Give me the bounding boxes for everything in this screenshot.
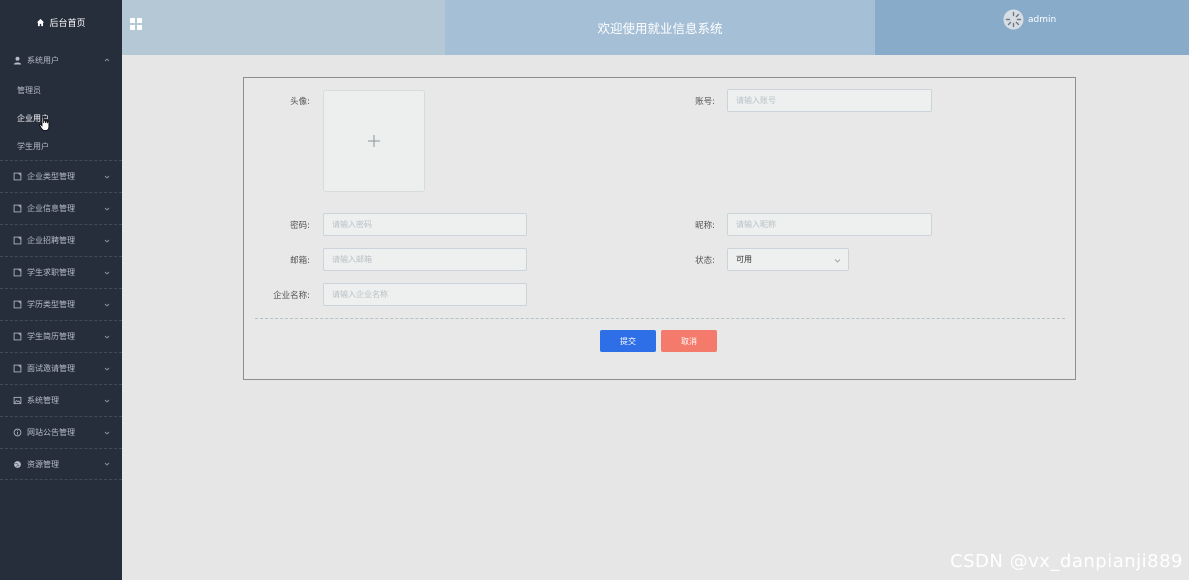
watermark: CSDN @vx_danpianji889 — [950, 551, 1183, 572]
chevron-down-icon — [104, 462, 110, 466]
avatar-label: 头像: — [290, 97, 310, 107]
chevron-down-icon — [104, 431, 110, 435]
document-icon — [13, 364, 22, 373]
password-input[interactable] — [323, 213, 527, 236]
menu-system-manage[interactable]: 系统管理 — [0, 384, 122, 416]
chevron-down-icon — [834, 259, 841, 263]
chevron-up-icon — [104, 58, 110, 62]
info-icon — [13, 428, 22, 437]
document-icon — [13, 268, 22, 277]
chevron-down-icon — [104, 399, 110, 403]
document-icon — [13, 332, 22, 341]
globe-icon — [13, 460, 22, 469]
menu-label: 学历类型管理 — [27, 300, 75, 309]
submenu-admin[interactable]: 管理员 — [0, 76, 122, 104]
menu-student-job[interactable]: 学生求职管理 — [0, 256, 122, 288]
chevron-down-icon — [104, 239, 110, 243]
status-label: 状态: — [695, 256, 715, 266]
menu-label: 企业类型管理 — [27, 172, 75, 181]
menu-education-type[interactable]: 学历类型管理 — [0, 288, 122, 320]
chevron-down-icon — [104, 271, 110, 275]
menu-system-users[interactable]: 系统用户 — [0, 44, 122, 76]
username[interactable]: admin — [1028, 15, 1056, 25]
home-icon — [36, 18, 45, 27]
password-label: 密码: — [290, 221, 310, 231]
menu-label: 学生简历管理 — [27, 332, 75, 341]
menu-label: 网站公告管理 — [27, 428, 75, 437]
nickname-label: 昵称: — [695, 221, 715, 231]
chevron-down-icon — [104, 207, 110, 211]
submit-button[interactable]: 提交 — [600, 330, 656, 352]
avatar-upload[interactable] — [323, 90, 425, 192]
company-name-input[interactable] — [323, 283, 527, 306]
avatar-icon[interactable] — [1003, 9, 1024, 30]
menu-announcement[interactable]: 网站公告管理 — [0, 416, 122, 448]
chevron-down-icon — [104, 335, 110, 339]
form-divider — [255, 318, 1065, 319]
chevron-down-icon — [104, 367, 110, 371]
submenu-student-users[interactable]: 学生用户 — [0, 132, 122, 160]
menu-label: 系统管理 — [27, 396, 59, 405]
sidebar: 后台首页 系统用户 管理员 企业用户 学生用户 企业类型管理 企业信息管理 企业… — [0, 0, 122, 580]
document-icon — [13, 300, 22, 309]
menu-label: 系统用户 — [27, 55, 59, 65]
hand-cursor-icon — [39, 116, 50, 131]
menu-interview-invite[interactable]: 面试邀请管理 — [0, 352, 122, 384]
chevron-down-icon — [104, 175, 110, 179]
menu-company-type[interactable]: 企业类型管理 — [0, 160, 122, 192]
account-input[interactable] — [727, 89, 932, 112]
menu-label: 企业招聘管理 — [27, 236, 75, 245]
menu-label: 资源管理 — [27, 459, 59, 469]
nickname-input[interactable] — [727, 213, 932, 236]
document-icon — [13, 236, 22, 245]
sidebar-home[interactable]: 后台首页 — [0, 0, 122, 44]
company-name-label: 企业名称: — [273, 291, 310, 301]
menu-label: 企业信息管理 — [27, 204, 75, 213]
submenu-company-users[interactable]: 企业用户 — [0, 104, 122, 132]
menu-label: 学生求职管理 — [27, 268, 75, 277]
menu-company-info[interactable]: 企业信息管理 — [0, 192, 122, 224]
menu-student-resume[interactable]: 学生简历管理 — [0, 320, 122, 352]
header-title: 欢迎使用就业信息系统 — [445, 0, 875, 55]
image-icon — [13, 396, 22, 405]
chevron-down-icon — [104, 303, 110, 307]
menu-company-recruit[interactable]: 企业招聘管理 — [0, 224, 122, 256]
company-user-form: 头像: 账号: 密码: 昵称: 邮箱: 状态: 可用 企业名称: 提交 取消 — [243, 77, 1076, 380]
email-input[interactable] — [323, 248, 527, 271]
menu-resource[interactable]: 资源管理 — [0, 448, 122, 480]
document-icon — [13, 204, 22, 213]
status-select[interactable]: 可用 — [727, 248, 849, 271]
status-value: 可用 — [736, 255, 752, 264]
plus-icon — [368, 135, 380, 147]
top-header: 欢迎使用就业信息系统 admin — [122, 0, 1189, 55]
user-icon — [13, 56, 22, 65]
sidebar-home-label: 后台首页 — [49, 18, 86, 29]
menu-label: 面试邀请管理 — [27, 364, 75, 373]
cancel-button[interactable]: 取消 — [661, 330, 717, 352]
document-icon — [13, 172, 22, 181]
grid-menu-icon[interactable] — [130, 18, 142, 30]
email-label: 邮箱: — [290, 256, 310, 266]
account-label: 账号: — [695, 97, 715, 107]
